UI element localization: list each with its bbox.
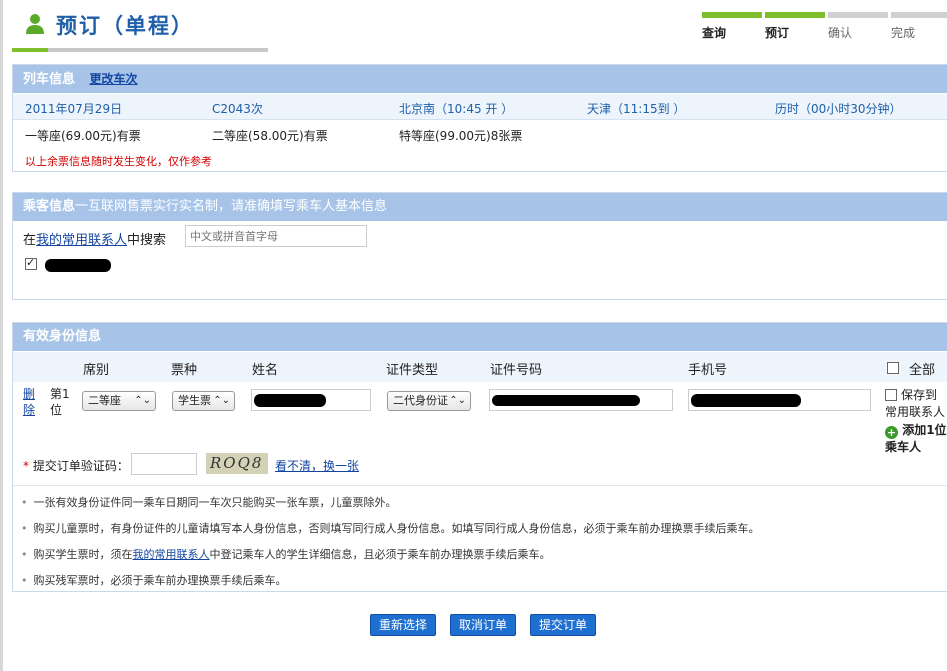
plus-icon: +: [885, 426, 898, 439]
identity-info-panel: 有效身份信息 席别 票种 姓名 证件类型 证件号码 手机号 全部 删除 第1位 …: [12, 322, 947, 592]
passenger-info-title: 乘客信息: [23, 199, 76, 214]
ticket-warning: 以上余票信息随时发生变化，仅作参考: [25, 155, 212, 168]
identity-info-title: 有效身份信息: [23, 329, 102, 344]
contact-search-label: 在我的常用联系人中搜索: [23, 233, 167, 248]
contact-checkbox[interactable]: [25, 256, 37, 270]
phone-redacted: [691, 394, 801, 407]
step-query: 查询: [702, 12, 762, 41]
seat-second-class: 二等座(58.00元)有票: [212, 129, 328, 143]
note-item: 购买儿童票时，有身份证件的儿童请填写本人身份信息，否则填写同行成人身份信息。如填…: [21, 520, 760, 536]
submit-order-button[interactable]: 提交订单: [530, 614, 597, 636]
select-arrow-icon: ⌃⌄: [449, 395, 466, 406]
identity-table-header: 席别 票种 姓名 证件类型 证件号码 手机号 全部: [13, 352, 947, 382]
arrival-station: 天津（11:15到 ）: [587, 102, 686, 116]
window-edge: [0, 0, 3, 671]
identity-info-header: 有效身份信息: [13, 323, 947, 351]
save-contact-checkbox[interactable]: [885, 389, 897, 401]
passenger-info-header: 乘客信息一互联网售票实行实名制，请准确填写乘车人基本信息: [13, 193, 947, 221]
step-confirm: 确认: [828, 12, 888, 41]
train-date: 2011年07月29日: [25, 102, 123, 116]
booking-notes: 一张有效身份证件同一乘车日期同一车次只能购买一张车票，儿童票除外。 购买儿童票时…: [13, 485, 947, 587]
col-phone: 手机号: [688, 363, 728, 378]
page-title: 预订（单程）: [56, 14, 194, 38]
ticket-type-select[interactable]: 学生票 ⌃⌄: [172, 391, 235, 411]
add-passenger-button[interactable]: + 添加1位乘车人: [885, 422, 947, 456]
id-number-redacted: [492, 395, 640, 406]
col-id-type: 证件类型: [386, 363, 439, 378]
col-name: 姓名: [252, 363, 279, 378]
save-contact-option[interactable]: 保存到常用联系人: [885, 387, 947, 421]
delete-passenger-link[interactable]: 删除: [23, 386, 37, 418]
note-item: 购买残军票时，必须于乘车前办理换票手续后乘车。: [21, 572, 287, 588]
train-info-header: 列车信息 更改车次: [13, 65, 947, 93]
note-item: 购买学生票时，须在我的常用联系人中登记乘车人的学生详细信息，且必须于乘车前办理换…: [21, 546, 551, 562]
train-info-panel: 列车信息 更改车次 2011年07月29日 C2043次 北京南（10:45 开…: [12, 64, 947, 172]
seat-premium-class: 特等座(99.00元)8张票: [399, 129, 523, 143]
captcha-input[interactable]: [131, 453, 197, 475]
train-info-title: 列车信息: [23, 72, 76, 87]
my-contacts-note-link[interactable]: 我的常用联系人: [133, 548, 210, 561]
title-underline: [12, 48, 268, 52]
captcha-label: * 提交订单验证码：: [23, 459, 129, 473]
select-arrow-icon: ⌃⌄: [134, 395, 151, 406]
change-train-link[interactable]: 更改车次: [90, 72, 138, 86]
id-number-input[interactable]: [489, 389, 673, 411]
step-book: 预订: [765, 12, 825, 41]
col-id-number: 证件号码: [490, 363, 543, 378]
contact-name-redacted: [45, 259, 111, 272]
page-header: 预订（单程） 查询 预订 确认 完成: [12, 0, 947, 60]
reselect-button[interactable]: 重新选择: [370, 614, 437, 636]
train-summary-row: 2011年07月29日 C2043次 北京南（10:45 开 ） 天津（11:1…: [13, 94, 947, 120]
passenger-info-panel: 乘客信息一互联网售票实行实名制，请准确填写乘车人基本信息 在我的常用联系人中搜索: [12, 192, 947, 300]
cancel-order-button[interactable]: 取消订单: [450, 614, 517, 636]
contact-search-input[interactable]: [185, 225, 367, 247]
select-arrow-icon: ⌃⌄: [213, 395, 230, 406]
my-contacts-link[interactable]: 我的常用联系人: [36, 233, 127, 248]
note-item: 一张有效身份证件同一乘车日期同一车次只能购买一张车票，儿童票除外。: [21, 494, 397, 510]
required-mark: *: [23, 459, 29, 473]
passenger-actions: 保存到常用联系人 + 添加1位乘车人: [885, 387, 947, 456]
captcha-image[interactable]: ROQ8: [206, 453, 268, 474]
travel-duration: 历时（00小时30分钟）: [775, 102, 902, 116]
phone-input[interactable]: [688, 389, 871, 411]
user-icon: [26, 14, 44, 34]
passenger-name-input[interactable]: [251, 389, 371, 411]
step-complete: 完成: [891, 12, 947, 41]
id-type-select[interactable]: 二代身份证 ⌃⌄: [387, 391, 471, 411]
captcha-refresh-link[interactable]: 看不清，换一张: [275, 457, 359, 474]
col-seat: 席别: [83, 363, 110, 378]
departure-station: 北京南（10:45 开 ）: [399, 102, 514, 116]
passenger-sequence: 第1位: [50, 387, 70, 417]
col-ticket-type: 票种: [171, 363, 198, 378]
train-number: C2043次: [212, 102, 263, 116]
passenger-info-note: 一互联网售票实行实名制，请准确填写乘车人基本信息: [75, 199, 388, 214]
col-select-all: 全部: [909, 363, 936, 378]
seat-first-class: 一等座(69.00元)有票: [25, 129, 141, 143]
seat-type-select[interactable]: 二等座 ⌃⌄: [82, 391, 156, 411]
select-all-checkbox[interactable]: [887, 362, 899, 374]
name-redacted: [254, 394, 326, 407]
